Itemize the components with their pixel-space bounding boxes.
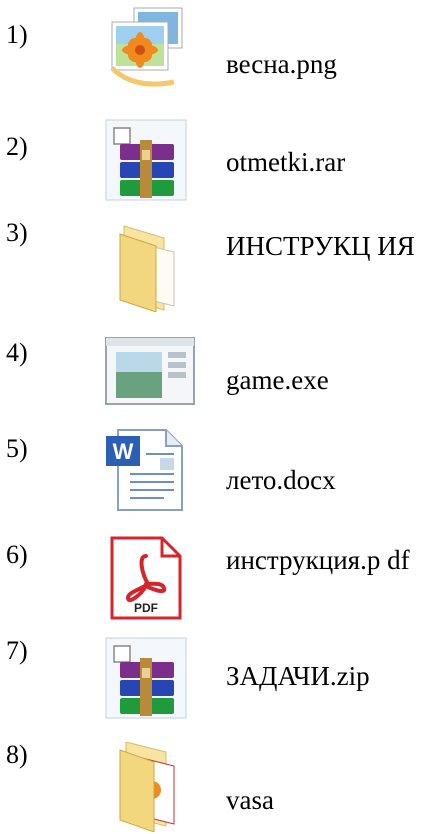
zip-archive-icon [104,636,188,720]
item-number: 1) [6,20,28,49]
file-name: инструкция.p df [226,545,410,575]
file-name: весна.png [226,49,337,79]
word-document-icon: W [104,426,188,511]
item-number: 7) [6,636,28,665]
item-number: 4) [6,338,28,367]
executable-window-icon [104,336,195,420]
image-file-icon [104,4,188,88]
file-name: otmetki.rar [226,147,346,177]
picture-folder-icon [104,742,188,832]
pdf-document-icon: PDF [104,534,188,620]
file-name: ЗАДАЧИ.zip [226,661,370,691]
item-number: 8) [6,740,28,769]
file-name: лето.docx [226,465,336,495]
svg-text:PDF: PDF [134,601,158,615]
file-name: vasa [226,785,274,815]
rar-archive-icon [104,118,188,202]
file-name: ИНСТРУКЦ ИЯ [226,231,415,261]
item-number: 6) [6,540,28,569]
item-number: 5) [6,434,28,463]
svg-text:W: W [113,439,134,464]
item-number: 3) [6,218,28,247]
folder-icon [104,222,188,312]
file-name: game.exe [226,365,329,395]
item-number: 2) [6,132,28,161]
